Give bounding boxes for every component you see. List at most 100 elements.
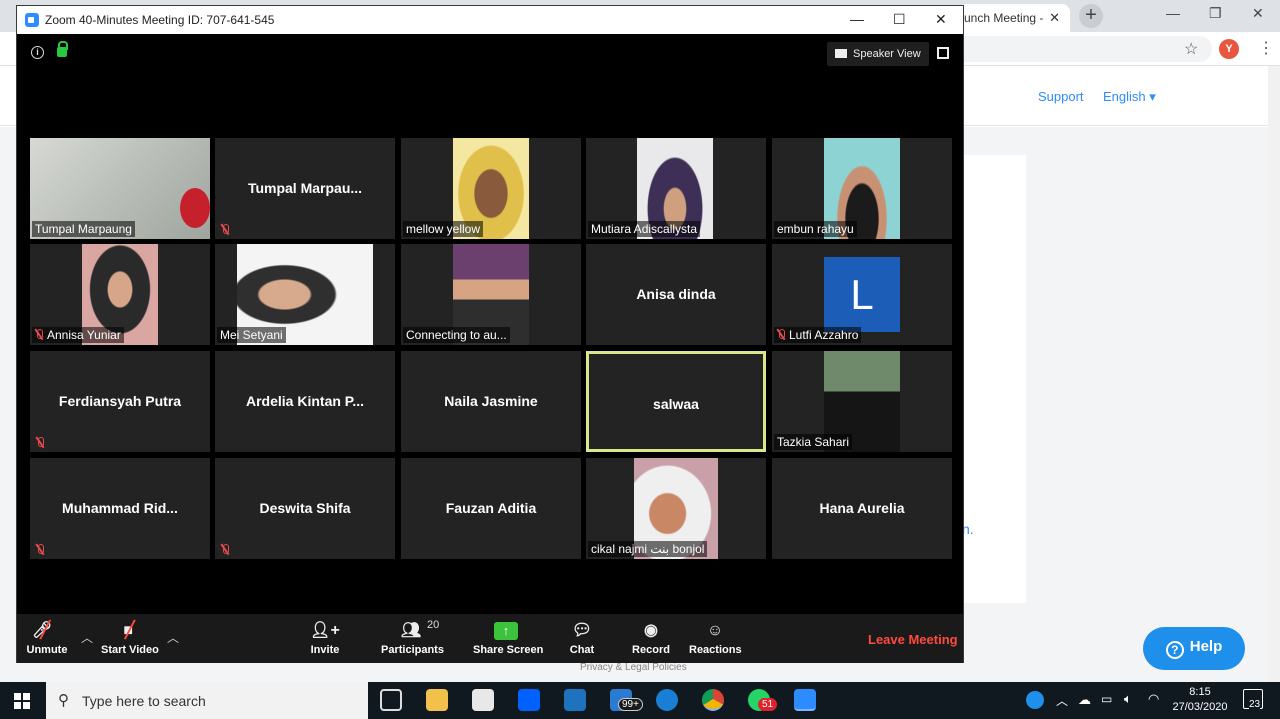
- record-button[interactable]: ◉ Record: [631, 614, 671, 663]
- zoom-maximize-icon[interactable]: ☐: [893, 11, 906, 28]
- share-screen-label: Share Screen: [473, 644, 544, 656]
- participant-tile[interactable]: Annisa Yuniar: [30, 244, 210, 345]
- task-view-icon[interactable]: [380, 689, 402, 711]
- browser-minimize-icon[interactable]: —: [1166, 5, 1180, 21]
- tray-expand-chevron-icon[interactable]: ︿: [1056, 692, 1068, 709]
- address-bar[interactable]: [940, 36, 1212, 62]
- muted-microphone-icon: [36, 437, 44, 448]
- encryption-lock-icon[interactable]: [57, 41, 68, 57]
- participant-name-label: Lutfi Azzahro: [774, 327, 862, 343]
- chrome-icon[interactable]: [702, 689, 724, 711]
- participant-tile[interactable]: Anisa dinda: [586, 244, 766, 345]
- battery-icon[interactable]: ▭: [1101, 692, 1112, 706]
- browser-close-icon[interactable]: ✕: [1252, 5, 1264, 22]
- share-screen-button[interactable]: ↑ Share Screen: [473, 614, 544, 663]
- record-label: Record: [632, 644, 670, 656]
- participant-tile[interactable]: Fauzan Aditia: [401, 458, 581, 559]
- leave-meeting-button[interactable]: Leave Meeting: [868, 632, 958, 647]
- participant-tile[interactable]: Mutiara Adiscallysta: [586, 138, 766, 239]
- participant-name-label: Tumpal Marpaung: [32, 221, 135, 237]
- participant-name: Hana Aurelia: [819, 500, 905, 516]
- participant-tile[interactable]: Connecting to au...: [401, 244, 581, 345]
- participant-tile[interactable]: Tazkia Sahari: [772, 351, 952, 452]
- search-placeholder: Type here to search: [82, 693, 206, 709]
- whatsapp-badge: 51: [758, 698, 778, 711]
- privacy-link[interactable]: Privacy & Legal Policies: [580, 662, 687, 673]
- zoom-taskbar-icon[interactable]: [794, 689, 816, 711]
- participant-tile[interactable]: Deswita Shifa: [215, 458, 395, 559]
- app-lightning-icon[interactable]: [564, 689, 586, 711]
- taskbar-search-box[interactable]: ⚲ Type here to search: [46, 682, 368, 719]
- new-tab-button[interactable]: +: [1079, 4, 1103, 28]
- speaker-view-button[interactable]: Speaker View: [827, 42, 929, 66]
- participant-name-label: Tazkia Sahari: [774, 434, 853, 450]
- browser-menu-icon[interactable]: ⋮: [1258, 38, 1274, 58]
- profile-avatar[interactable]: Y: [1219, 39, 1239, 59]
- participant-name-label: Mei Setyani: [217, 327, 286, 343]
- language-dropdown[interactable]: English ▾: [1103, 89, 1156, 105]
- unmute-button[interactable]: 🎤︎╱ Unmute: [23, 614, 71, 663]
- zoom-minimize-icon[interactable]: —: [850, 11, 864, 27]
- wifi-icon[interactable]: ◠: [1148, 691, 1159, 707]
- participant-label-text: Lutfi Azzahro: [789, 328, 859, 342]
- browser-restore-icon[interactable]: ❐: [1209, 5, 1222, 22]
- participant-tile[interactable]: Mei Setyani: [215, 244, 395, 345]
- participant-name: Deswita Shifa: [259, 500, 351, 516]
- unmute-label: Unmute: [26, 644, 68, 656]
- help-button[interactable]: ? Help: [1143, 627, 1245, 670]
- participant-tile[interactable]: Tumpal Marpaung: [30, 138, 210, 239]
- participant-name: Muhammad Rid...: [62, 500, 178, 516]
- participant-label-text: Tumpal Marpaung: [35, 222, 132, 236]
- invite-button[interactable]: 👤︎+ Invite: [307, 614, 343, 663]
- participant-tile[interactable]: Ardelia Kintan P...: [215, 351, 395, 452]
- participant-name-label: Connecting to au...: [403, 327, 510, 343]
- chat-button[interactable]: 💬︎ Chat: [567, 614, 597, 663]
- edge-browser-icon[interactable]: [656, 689, 678, 711]
- zoom-logo-icon: [25, 13, 39, 27]
- participants-label: Participants: [381, 644, 444, 656]
- participant-tile[interactable]: Hana Aurelia: [772, 458, 952, 559]
- speaker-view-icon: [835, 49, 847, 58]
- dropbox-icon[interactable]: [518, 689, 540, 711]
- video-options-chevron-icon[interactable]: ︿: [167, 629, 179, 646]
- reactions-button[interactable]: ☺ Reactions: [689, 614, 742, 663]
- participant-name: Tumpal Marpau...: [247, 180, 363, 196]
- system-clock[interactable]: 8:15 27/03/2020: [1168, 685, 1232, 715]
- onedrive-cloud-icon[interactable]: ☁: [1078, 692, 1091, 708]
- audio-options-chevron-icon[interactable]: ︿: [81, 629, 93, 646]
- participant-tile[interactable]: Ferdiansyah Putra: [30, 351, 210, 452]
- meeting-controls-bar: 🎤︎╱ Unmute ︿ ■╱ Start Video ︿ 👤︎+ Invite…: [17, 614, 963, 663]
- participant-tile[interactable]: Naila Jasmine: [401, 351, 581, 452]
- participant-name: Anisa dinda: [636, 286, 716, 302]
- participant-name-label: cikal najmi بنت bonjol: [588, 541, 708, 557]
- participant-tile[interactable]: embun rahayu: [772, 138, 952, 239]
- microsoft-store-icon[interactable]: [472, 689, 494, 711]
- fullscreen-icon[interactable]: [937, 47, 949, 59]
- close-tab-icon[interactable]: ✕: [1049, 10, 1060, 26]
- file-explorer-icon[interactable]: [426, 689, 448, 711]
- participant-label-text: mellow yellow: [406, 222, 481, 236]
- participant-tile[interactable]: salwaa: [586, 351, 766, 452]
- help-button-label: Help: [1189, 638, 1223, 655]
- participant-name: Naila Jasmine: [444, 393, 538, 409]
- meeting-info-icon[interactable]: i: [31, 46, 44, 59]
- record-icon: ◉: [644, 622, 658, 639]
- browser-tab[interactable]: unch Meeting - ✕: [958, 4, 1070, 32]
- participant-tile[interactable]: mellow yellow: [401, 138, 581, 239]
- page-scrollbar[interactable]: [1268, 66, 1280, 682]
- start-video-button[interactable]: ■╱ Start Video: [101, 614, 159, 663]
- support-link[interactable]: Support: [1038, 89, 1084, 104]
- volume-icon[interactable]: 🔈︎: [1124, 691, 1132, 707]
- participant-tile[interactable]: Muhammad Rid...: [30, 458, 210, 559]
- participant-label-text: Connecting to au...: [406, 328, 507, 342]
- zoom-window: Zoom 40-Minutes Meeting ID: 707-641-545 …: [16, 5, 964, 663]
- participant-tile[interactable]: cikal najmi بنت bonjol: [586, 458, 766, 559]
- participant-name: Ardelia Kintan P...: [246, 393, 364, 409]
- participant-tile[interactable]: L Lutfi Azzahro: [772, 244, 952, 345]
- participant-tile[interactable]: Tumpal Marpau...: [215, 138, 395, 239]
- help-tray-icon[interactable]: [1026, 691, 1044, 709]
- bookmark-star-icon[interactable]: ☆: [1184, 39, 1198, 59]
- start-button[interactable]: [0, 682, 46, 719]
- speaker-view-label: Speaker View: [853, 48, 921, 60]
- zoom-close-icon[interactable]: ✕: [935, 11, 947, 28]
